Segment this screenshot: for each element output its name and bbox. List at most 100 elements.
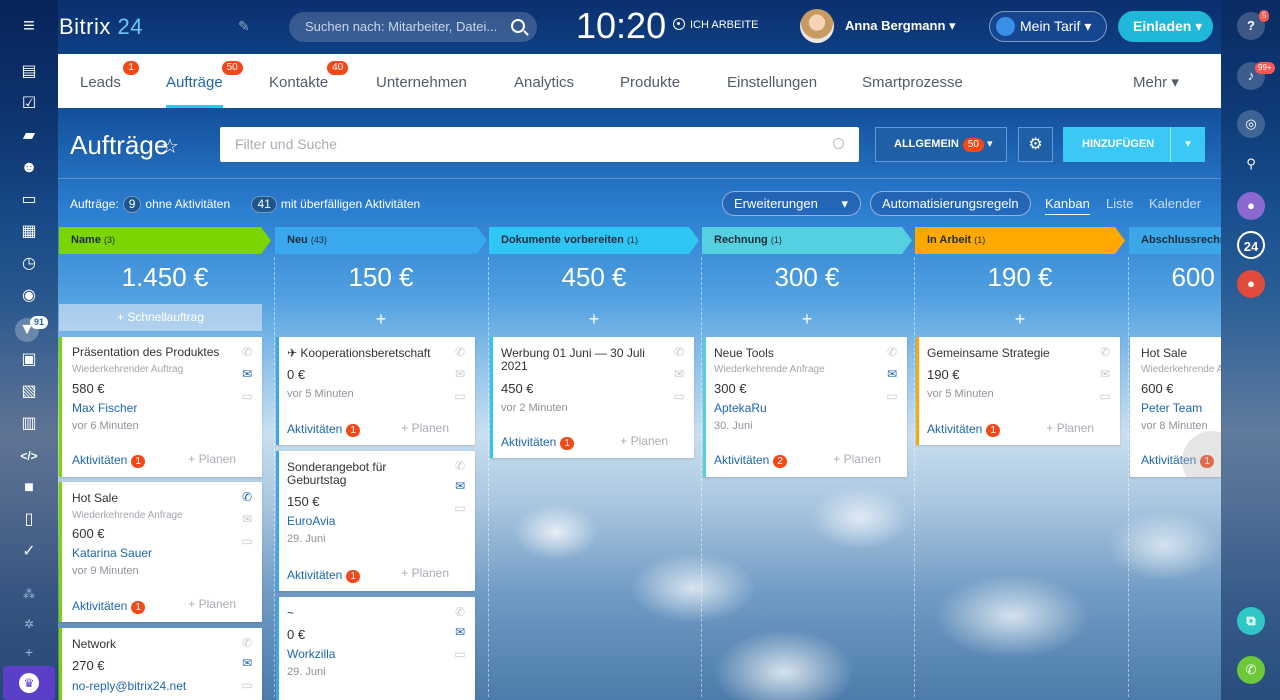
deal-card[interactable]: Sonderangebot für Geburtstag ✆ ✉ ▭ 150 €… [276,451,475,591]
card-plan[interactable]: + Planen [1046,421,1094,435]
deal-card[interactable]: Gemeinsame Strategie ✆ ✉ ▭ 190 € vor 5 M… [916,337,1120,445]
card-title[interactable]: ~ [287,607,441,620]
card-activities[interactable]: Aktivitäten 1 [287,422,360,437]
star-icon[interactable]: ☆ [161,134,179,159]
mail-icon[interactable]: ✉ [240,367,254,381]
view-calendar[interactable]: Kalender [1149,196,1201,211]
developer-icon[interactable]: </> [19,446,39,466]
column-header[interactable]: Rechnung (1) [702,227,912,254]
stat-badge[interactable]: 9 [122,196,142,213]
card-contact[interactable]: AptekaRu [714,401,767,415]
card-activities[interactable]: Aktivitäten 1 [72,453,145,468]
card-plan[interactable]: + Planen [188,452,236,466]
phone-icon[interactable]: ✆ [1098,345,1112,359]
menu-icon[interactable]: ≡ [19,16,39,36]
card-activities[interactable]: Aktivitäten 1 [927,422,1000,437]
card-contact[interactable]: Max Fischer [72,401,137,415]
card-title[interactable]: Hot Sale [72,492,228,505]
invite-button[interactable]: Einladen ▾ [1118,11,1213,42]
upgrade-button[interactable]: ♛ [3,666,55,700]
deal-card[interactable]: ~ ✆ ✉ ▭ 0 € Workzilla 29. Juni [276,597,475,700]
extensions-button[interactable]: Erweiterungen ▾ [722,191,861,216]
card-contact[interactable]: EuroAvia [287,514,335,528]
tab-analytics[interactable]: Analytics [514,54,574,108]
card-contact[interactable]: Workzilla [287,647,335,661]
comment-icon[interactable]: ▭ [240,389,254,403]
stat-badge[interactable]: 41 [251,196,277,213]
card-activities[interactable]: Aktivitäten 1 [287,568,360,583]
card-activities[interactable]: Aktivitäten 1 [72,599,145,614]
add-card-button[interactable]: + [915,304,1125,334]
mail-icon[interactable]: ✉ [453,625,467,639]
work-status[interactable]: ICH ARBEITE [673,18,758,31]
deal-card[interactable]: Werbung 01 Juni — 30 Juli 2021 ✆ ✉ ▭ 450… [490,337,694,458]
tab-leads[interactable]: Leads 1 [80,54,139,108]
card-title[interactable]: Präsentation des Produktes [72,346,228,359]
filter-input[interactable]: Filter und Suche [220,127,859,162]
scroll-right-handle[interactable] [1182,431,1221,477]
deal-card[interactable]: ✈ Kooperationsberetschaft ✆ ✉ ▭ 0 € vor … [276,337,475,445]
comment-icon[interactable]: ▭ [453,501,467,515]
column-header[interactable]: Name (3) [59,227,271,254]
feed-icon[interactable]: ▤ [19,62,39,82]
check-icon[interactable]: ✓ [19,542,39,562]
drive-icon[interactable]: ▭ [19,190,39,210]
card-title[interactable]: Hot Sale [1141,347,1221,360]
comment-icon[interactable]: ▭ [453,389,467,403]
tab-orders[interactable]: Aufträge 50 [166,54,243,108]
comment-icon[interactable]: ▭ [885,389,899,403]
card-title[interactable]: Werbung 01 Juni — 30 Juli 2021 [501,347,660,373]
mail-icon[interactable]: ✉ [240,512,254,526]
column-header[interactable]: Dokumente vorbereiten (1) [489,227,699,254]
settings-button[interactable]: ⚙ [1018,127,1053,162]
knowledge-icon[interactable]: ▥ [19,414,39,434]
deal-card[interactable]: Hot Sale ✆ ✉ ▭ Wiederkehrende Anfrage 60… [59,482,262,622]
document-icon[interactable]: ▯ [19,510,39,530]
clock-icon[interactable]: ◷ [19,254,39,274]
messenger-icon[interactable]: ◎ [1237,110,1265,138]
phone-icon[interactable]: ✆ [453,345,467,359]
add-card-button[interactable]: + [275,304,487,334]
mail-icon[interactable]: ✉ [240,656,254,670]
card-contact[interactable]: Katarina Sauer [72,546,152,560]
tarif-button[interactable]: Mein Tarif ▾ [989,11,1107,42]
chat-icon[interactable]: ▰ [19,126,39,146]
card-contact[interactable]: no-reply@bitrix24.net [72,679,186,693]
card-activities[interactable]: Aktivitäten 2 [714,453,787,468]
quick-order-button[interactable]: + Schnellauftrag [59,304,262,331]
view-kanban[interactable]: Kanban [1045,196,1090,215]
copy-icon[interactable]: ⧉ [1237,607,1265,635]
robot-icon[interactable]: ◉ [19,286,39,306]
card-plan[interactable]: + Planen [401,421,449,435]
phone-icon[interactable]: ✆ [453,459,467,473]
card-title[interactable]: Sonderangebot für Geburtstag [287,461,441,487]
tab-settings[interactable]: Einstellungen [727,54,817,108]
phone-icon[interactable]: ✆ [240,345,254,359]
mail-icon[interactable]: ✉ [885,367,899,381]
deal-card[interactable]: Neue Tools ✆ ✉ ▭ Wiederkehrende Anfrage … [703,337,907,477]
edit-icon[interactable]: ✎ [238,18,250,35]
column-header[interactable]: In Arbeit (1) [915,227,1125,254]
add-card-button[interactable]: + [489,304,699,334]
search-input[interactable]: Suchen nach: Mitarbeiter, Datei... [289,12,537,42]
video-icon[interactable]: ■ [19,478,39,498]
add-icon[interactable]: + [19,642,39,662]
card-title[interactable]: Neue Tools [714,347,873,360]
comment-icon[interactable]: ▭ [453,647,467,661]
general-button[interactable]: ALLGEMEIN 50 ▾ [875,127,1007,162]
comment-icon[interactable]: ▭ [1098,389,1112,403]
comment-icon[interactable]: ▭ [240,678,254,692]
automation-button[interactable]: Automatisierungsregeln [870,191,1031,216]
tab-contacts[interactable]: Kontakte 40 [269,54,349,108]
column-header[interactable]: Neu (43) [275,227,487,254]
card-plan[interactable]: + Planen [833,452,881,466]
card-activities[interactable]: Aktivitäten 1 [501,435,574,450]
deal-card[interactable]: Network ✆ ✉ ▭ 270 € no-reply@bitrix24.ne… [59,628,262,700]
user-group-icon[interactable]: ● [1237,270,1265,298]
phone-icon[interactable]: ✆ [1237,656,1265,684]
comment-icon[interactable]: ▭ [672,389,686,403]
card-title[interactable]: Network [72,638,228,651]
mail-icon[interactable]: ✉ [453,479,467,493]
tab-more[interactable]: Mehr ▾ [1133,54,1179,108]
view-list[interactable]: Liste [1106,196,1133,211]
